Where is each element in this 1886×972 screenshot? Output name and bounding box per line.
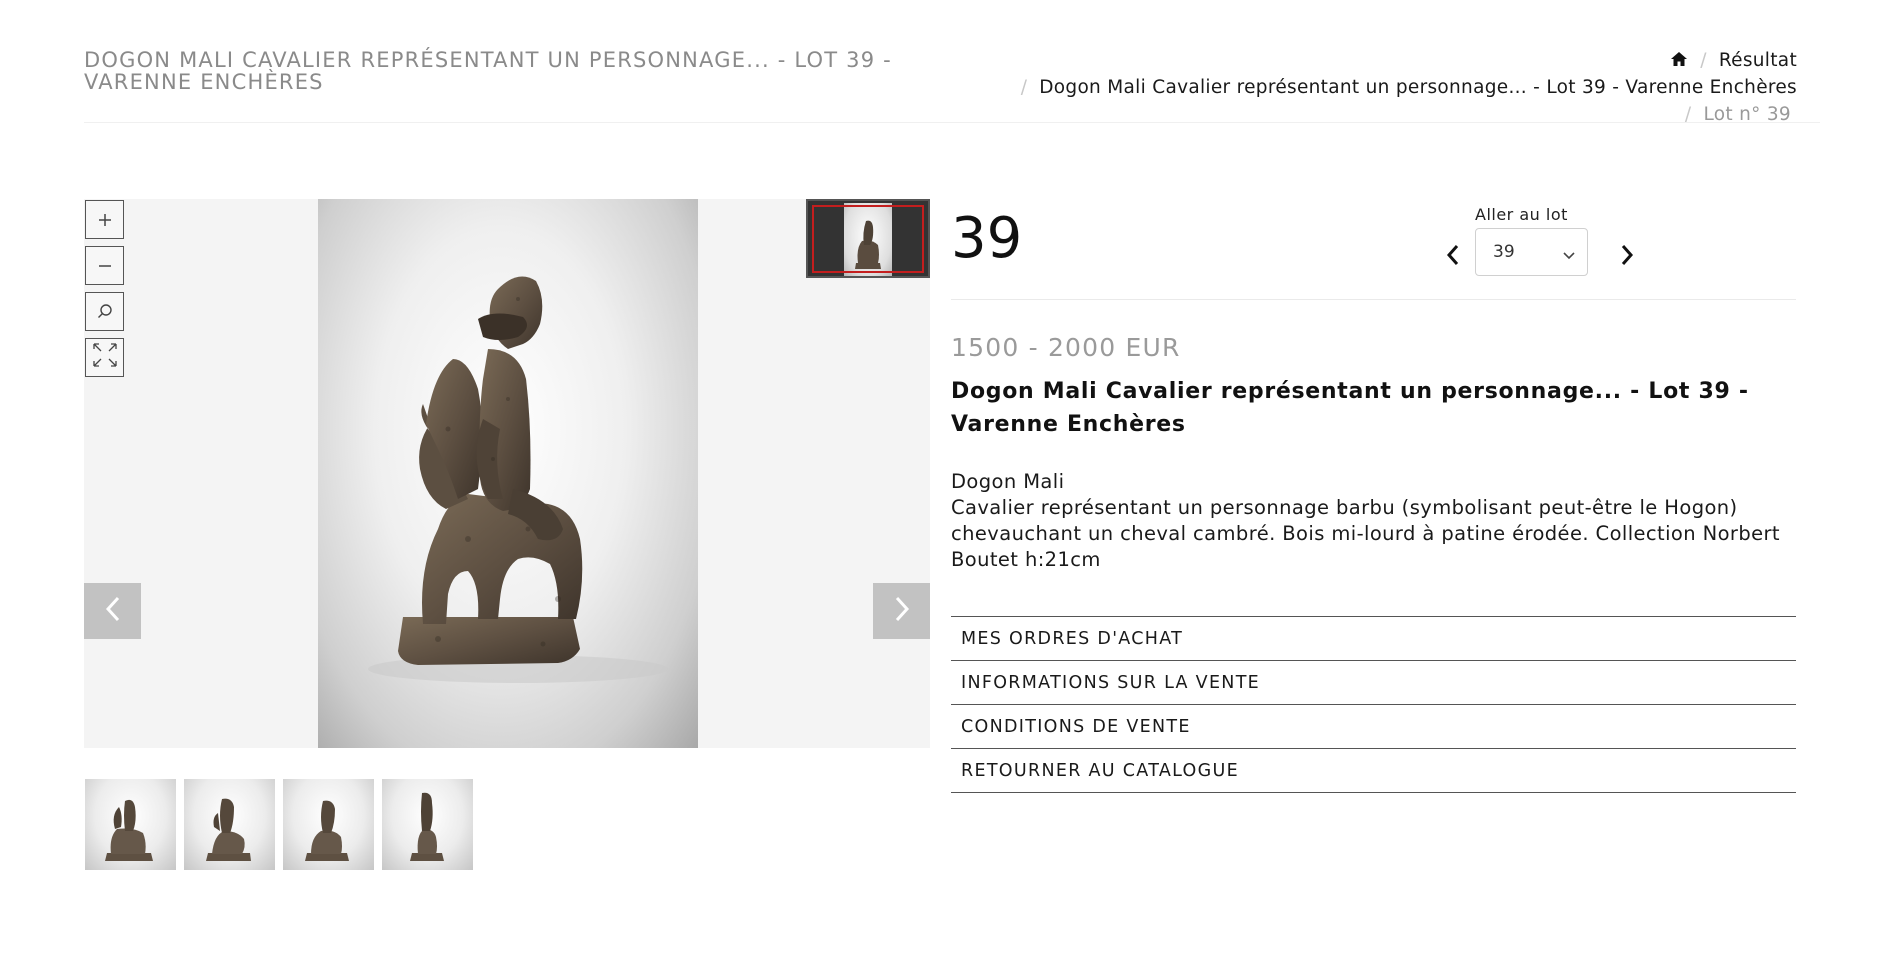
page-title: DOGON MALI CAVALIER REPRÉSENTANT UN PERS… — [84, 48, 892, 94]
fullscreen-button[interactable] — [85, 338, 124, 377]
zoom-in-button[interactable] — [85, 200, 124, 239]
chevron-right-icon — [894, 596, 910, 626]
thumbnail-2[interactable] — [184, 779, 275, 870]
home-icon[interactable] — [1670, 50, 1688, 74]
lot-estimate: 1500 - 2000 EUR — [951, 333, 1181, 362]
header-divider — [84, 122, 1820, 123]
menu-item-sale-conditions[interactable]: CONDITIONS DE VENTE — [951, 705, 1796, 749]
previous-lot-button[interactable] — [1442, 241, 1464, 269]
lot-header-divider — [951, 299, 1796, 300]
magnifier-icon — [97, 300, 113, 324]
lot-description: Dogon Mali Cavalier représentant un pers… — [951, 469, 1796, 573]
zoom-controls — [85, 200, 124, 384]
navigator-thumbnail[interactable] — [806, 199, 930, 278]
image-viewer[interactable] — [84, 199, 930, 748]
breadcrumb-result-link[interactable]: Résultat — [1719, 50, 1797, 71]
zoom-out-button[interactable] — [85, 246, 124, 285]
goto-lot-label: Aller au lot — [1475, 205, 1568, 224]
thumbnail-1[interactable] — [85, 779, 176, 870]
lot-actions-menu: MES ORDRES D'ACHAT INFORMATIONS SUR LA V… — [951, 616, 1796, 793]
breadcrumb-separator: / — [1020, 77, 1028, 98]
thumbnail-3[interactable] — [283, 779, 374, 870]
breadcrumb-separator: / — [1700, 50, 1707, 71]
lot-title: Dogon Mali Cavalier représentant un pers… — [951, 379, 1749, 437]
menu-item-sale-information[interactable]: INFORMATIONS SUR LA VENTE — [951, 661, 1796, 705]
zoom-reset-button[interactable] — [85, 292, 124, 331]
goto-lot-select[interactable]: 39 — [1475, 228, 1588, 276]
chevron-down-icon — [1563, 246, 1575, 266]
plus-icon — [98, 208, 112, 232]
next-lot-button[interactable] — [1616, 241, 1638, 269]
expand-arrows-icon — [92, 342, 118, 373]
minus-icon — [98, 254, 112, 278]
breadcrumb: / Résultat / Dogon Mali Cavalier représent… — [897, 49, 1797, 130]
navigator-viewport-frame — [812, 205, 924, 273]
lot-main-photo[interactable] — [318, 199, 698, 748]
previous-image-button[interactable] — [84, 583, 141, 639]
menu-item-back-to-catalogue[interactable]: RETOURNER AU CATALOGUE — [951, 749, 1796, 793]
lot-description-text: Cavalier représentant un personnage barb… — [951, 496, 1780, 571]
goto-lot-selected-value: 39 — [1493, 242, 1515, 262]
lot-description-origin: Dogon Mali — [951, 470, 1065, 493]
chevron-right-icon — [1616, 245, 1638, 273]
chevron-left-icon — [1442, 245, 1464, 273]
chevron-left-icon — [105, 596, 121, 626]
lot-number: 39 — [951, 206, 1023, 271]
breadcrumb-item-link[interactable]: Dogon Mali Cavalier représentant un pers… — [1039, 77, 1797, 98]
menu-item-purchase-orders[interactable]: MES ORDRES D'ACHAT — [951, 617, 1796, 661]
thumbnail-strip — [85, 779, 473, 870]
thumbnail-4[interactable] — [382, 779, 473, 870]
next-image-button[interactable] — [873, 583, 930, 639]
